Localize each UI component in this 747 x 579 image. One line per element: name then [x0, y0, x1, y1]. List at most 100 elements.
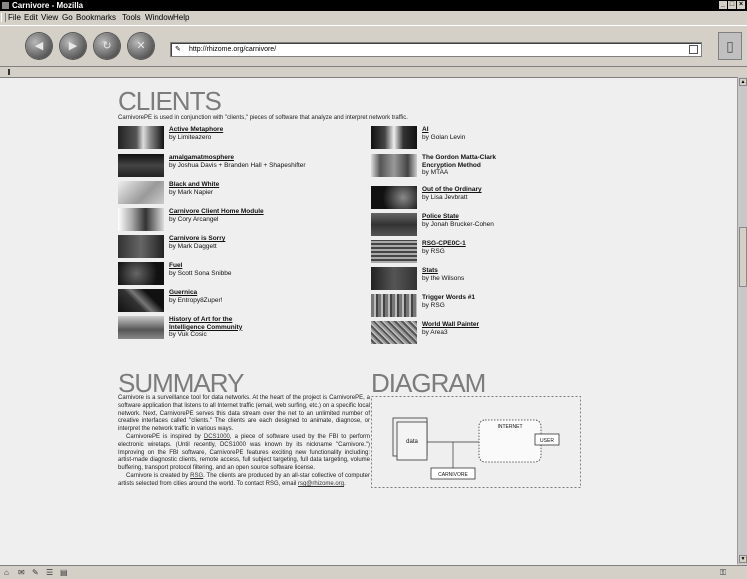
client-title[interactable]: Carnivore Client Home Module [169, 208, 264, 216]
client-title[interactable]: AI [422, 126, 465, 134]
client-title[interactable]: Fuel [169, 262, 232, 270]
client-author: by RSG [422, 247, 445, 255]
carnivore-diagram: data INTERNET USER CARNIVORE [371, 396, 581, 488]
menu-bar: File Edit View Go Bookmarks Tools Window… [0, 11, 747, 24]
client-author: by Scott Sona Snibbe [169, 269, 232, 277]
client-title[interactable]: Out of the Ordinary [422, 186, 482, 194]
chat-icon[interactable]: ☰ [46, 568, 53, 577]
client-thumbnail[interactable] [371, 213, 417, 236]
client-author: by Jonah Brucker-Cohen [422, 220, 494, 228]
client-title[interactable]: Carnivore is Sorry [169, 235, 225, 243]
client-title[interactable]: The Gordon Matta-Clark [422, 154, 496, 162]
diagram-data-label: data [406, 439, 418, 445]
client-thumbnail[interactable] [371, 126, 417, 149]
mozilla-throbber-icon[interactable]: ▯ [718, 32, 742, 60]
back-button[interactable]: ◀ [26, 33, 52, 59]
client-title[interactable]: amalgamatmosphere [169, 154, 306, 162]
client-title[interactable]: Black and White [169, 181, 219, 189]
client-thumbnail[interactable] [118, 316, 164, 339]
address-book-icon[interactable]: ▤ [60, 568, 68, 577]
reload-button[interactable]: ↻ [94, 33, 120, 59]
menu-file[interactable]: File [8, 11, 21, 24]
summary-text: Carnivore is a surveillance tool for dat… [118, 395, 370, 489]
vertical-scrollbar[interactable]: ▲ ▼ [737, 77, 747, 564]
client-thumbnail[interactable] [371, 267, 417, 290]
client-thumbnail[interactable] [371, 240, 417, 263]
url-bar[interactable]: ✎ http://rhizome.org/carnivore/ [170, 42, 702, 57]
client-thumbnail[interactable] [118, 289, 164, 312]
menu-tools[interactable]: Tools [122, 11, 141, 24]
client-thumbnail[interactable] [371, 186, 417, 209]
clients-intro: CarnivorePE is used in conjunction with … [118, 115, 408, 121]
client-thumbnail[interactable] [118, 154, 164, 177]
url-text: http://rhizome.org/carnivore/ [189, 46, 277, 53]
menu-bookmarks[interactable]: Bookmarks [76, 11, 116, 24]
client-thumbnail[interactable] [371, 321, 417, 344]
close-button[interactable]: × [737, 1, 745, 9]
navigator-icon[interactable]: ⌂ [4, 568, 9, 577]
diagram-user-label: USER [540, 438, 554, 444]
client-author: by MTAA [422, 169, 449, 176]
toolbar-grip[interactable] [8, 69, 10, 75]
diagram-heading: DIAGRAM [371, 368, 486, 398]
client-thumbnail[interactable] [371, 154, 417, 177]
client-title-line2[interactable]: Encryption Method [422, 162, 496, 170]
page-icon: ✎ [175, 46, 181, 53]
client-author: by Lisa Jevbratt [422, 193, 468, 201]
diagram-internet-label: INTERNET [498, 424, 523, 430]
client-thumbnail[interactable] [118, 181, 164, 204]
email-link[interactable]: rsg@rhizome.org [298, 481, 344, 487]
menu-edit[interactable]: Edit [24, 11, 38, 24]
security-lock-icon: ⚿ [720, 568, 727, 577]
stop-button[interactable]: ✕ [128, 33, 154, 59]
client-thumbnail[interactable] [118, 235, 164, 258]
client-title[interactable]: Guernica [169, 289, 222, 297]
window-controls: _ □ × [719, 1, 745, 9]
client-author: by Area3 [422, 328, 448, 336]
menu-view[interactable]: View [41, 11, 58, 24]
scroll-up-button[interactable]: ▲ [739, 78, 747, 86]
composer-icon[interactable]: ✎ [32, 568, 39, 577]
status-bar: ⌂ ✉ ✎ ☰ ▤ ⚿ [0, 565, 747, 579]
scroll-down-button[interactable]: ▼ [739, 555, 747, 563]
client-author: by Vuk Cosic [169, 331, 207, 338]
maximize-button[interactable]: □ [728, 1, 736, 9]
client-title[interactable]: Active Metaphore [169, 126, 223, 134]
client-author: by Limiteazero [169, 133, 212, 141]
client-title-line2[interactable]: Intelligence Community [169, 324, 242, 332]
client-thumbnail[interactable] [118, 126, 164, 149]
page-content: CLIENTS CarnivorePE is used in conjuncti… [0, 77, 737, 565]
client-thumbnail[interactable] [371, 294, 417, 317]
url-dropdown-button[interactable] [689, 45, 698, 54]
scrollbar-thumb[interactable] [739, 227, 747, 287]
rsg-link[interactable]: RSG [190, 473, 203, 479]
menu-go[interactable]: Go [62, 11, 73, 24]
client-author: by Mark Napier [169, 188, 214, 196]
forward-button[interactable]: ▶ [60, 33, 86, 59]
minimize-button[interactable]: _ [719, 1, 727, 9]
summary-paragraph-3: Carnivore is created by RSG. The clients… [118, 472, 370, 487]
client-title[interactable]: Stats [422, 267, 464, 275]
client-title[interactable]: Trigger Words #1 [422, 294, 475, 302]
dcs1000-link[interactable]: DCS1000 [204, 434, 230, 440]
client-title[interactable]: World Wall Painter [422, 321, 479, 329]
client-author: by Cory Arcangel [169, 215, 219, 223]
mail-icon[interactable]: ✉ [18, 568, 25, 577]
diagram-carnivore-label: CARNIVORE [438, 472, 468, 478]
title-bar: Carnivore - Mozilla _ □ × [0, 0, 747, 11]
client-author: by Entropy8Zuper! [169, 296, 223, 304]
client-thumbnail[interactable] [118, 262, 164, 285]
client-thumbnail[interactable] [118, 208, 164, 231]
menu-help[interactable]: Help [173, 11, 189, 24]
menubar-grip[interactable] [1, 13, 6, 22]
client-title[interactable]: History of Art for the [169, 316, 242, 324]
summary-heading: SUMMARY [118, 368, 244, 398]
client-author: by RSG [422, 301, 445, 309]
window-title: Carnivore - Mozilla [12, 1, 84, 10]
client-author: by Golan Levin [422, 133, 466, 141]
summary-paragraph-1: Carnivore is a surveillance tool for dat… [118, 395, 371, 433]
client-title[interactable]: RSG-CPE0C-1 [422, 240, 466, 248]
menu-window[interactable]: Window [145, 11, 173, 24]
client-author: by the Wilsons [422, 274, 465, 282]
client-title[interactable]: Police State [422, 213, 494, 221]
